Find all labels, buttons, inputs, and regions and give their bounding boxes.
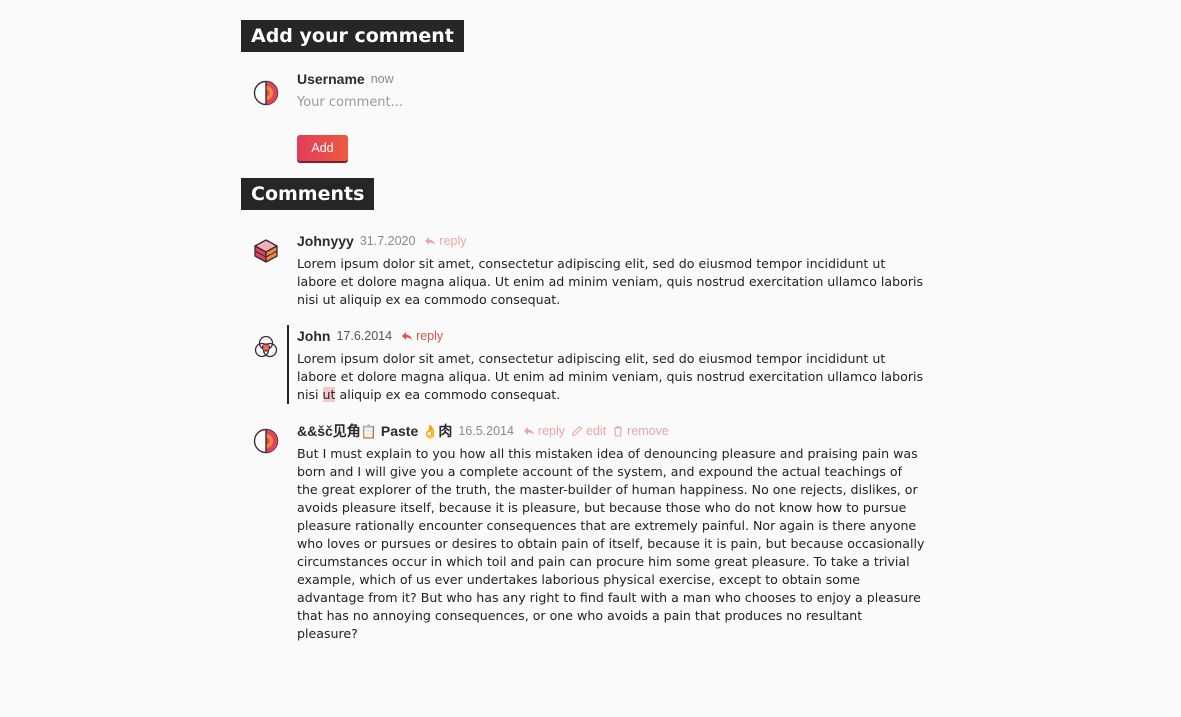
author-name: Paste <box>376 422 423 439</box>
remove-label: remove <box>627 424 669 438</box>
comment-body: Lorem ipsum dolor sit amet, consectetur … <box>297 256 924 307</box>
comment-date: 31.7.2020 <box>359 234 416 248</box>
cube-avatar-icon <box>253 238 279 264</box>
pencil-icon <box>571 425 583 437</box>
comment-author: John <box>297 328 331 344</box>
half-circle-avatar-icon <box>253 428 279 454</box>
clipboard-icon: 📋 <box>360 423 377 439</box>
comment-meta: Johnyyy 31.7.2020 reply <box>297 231 467 251</box>
comment-author: Johnyyy <box>297 233 354 249</box>
reply-button[interactable]: reply <box>424 231 467 251</box>
current-time: now <box>370 72 394 86</box>
comments-heading: Comments <box>241 178 375 210</box>
comment-author: &&šč见角📋 Paste 👌肉 <box>297 421 452 442</box>
author-prefix: &&šč <box>297 422 333 439</box>
reply-label: reply <box>537 424 566 438</box>
comment-date: 17.6.2014 <box>336 329 393 343</box>
edit-button[interactable]: edit <box>571 421 606 441</box>
ok-hand-icon: 👌 <box>422 423 439 439</box>
highlighted-word: ut <box>322 387 336 402</box>
venn-avatar-icon <box>253 334 279 360</box>
remove-button[interactable]: remove <box>612 421 669 441</box>
current-username: Username <box>297 71 365 87</box>
add-button[interactable]: Add <box>297 135 348 161</box>
author-suffix: 肉 <box>438 422 453 439</box>
reply-label: reply <box>439 234 467 248</box>
comment-meta: John 17.6.2014 reply <box>297 326 443 346</box>
comment-input[interactable] <box>297 92 817 112</box>
reply-label: reply <box>416 329 444 343</box>
active-comment-indicator <box>287 325 289 404</box>
trash-icon <box>614 426 623 437</box>
reply-arrow-icon <box>425 237 436 246</box>
comment-body: Lorem ipsum dolor sit amet, consectetur … <box>297 350 925 404</box>
author-cjk: 见角 <box>332 422 361 439</box>
comment-date: 16.5.2014 <box>458 424 514 438</box>
reply-arrow-icon <box>523 427 534 436</box>
comments-page: Add your comment Username now Add Commen… <box>0 0 1181 717</box>
comment-text-part: aliquip ex ea commodo consequat. <box>335 387 561 402</box>
comment-body: But I must explain to you how all this m… <box>297 446 925 641</box>
edit-label: edit <box>586 424 607 438</box>
add-comment-heading: Add your comment <box>241 20 464 52</box>
reply-arrow-icon <box>402 332 413 341</box>
reply-button[interactable]: reply <box>401 326 443 346</box>
current-user-avatar-icon <box>253 80 279 106</box>
comment-meta: &&šč见角📋 Paste 👌肉 16.5.2014 reply edit re… <box>297 421 669 441</box>
reply-button[interactable]: reply <box>523 421 565 441</box>
current-user-meta: Username now <box>297 69 394 89</box>
